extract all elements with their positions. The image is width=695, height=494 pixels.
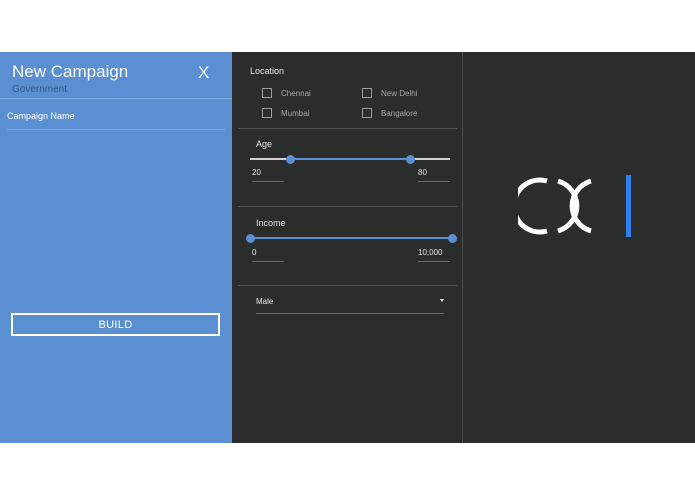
age-max-value[interactable]: 80 — [418, 166, 450, 182]
campaign-name-input[interactable] — [7, 108, 225, 130]
checkbox-icon — [262, 108, 272, 118]
section-divider — [238, 285, 457, 286]
filters-panel: Location Chennai New Delhi Mumbai Bangal… — [232, 52, 463, 443]
checkbox-mumbai[interactable]: Mumbai — [262, 108, 309, 118]
gender-select[interactable]: Male — [256, 294, 444, 314]
gender-selected-value: Male — [256, 297, 274, 306]
checkbox-label: Chennai — [281, 88, 311, 98]
income-min-value[interactable]: 0 — [252, 246, 284, 262]
logo-bar — [626, 175, 631, 237]
brand-logo — [518, 175, 631, 237]
age-label: Age — [256, 139, 273, 149]
checkbox-new-delhi[interactable]: New Delhi — [362, 88, 417, 98]
age-slider-min-thumb[interactable] — [285, 155, 295, 164]
income-slider-range — [250, 237, 452, 239]
close-icon[interactable]: X — [198, 63, 209, 83]
checkbox-icon — [362, 88, 372, 98]
section-divider — [238, 206, 457, 207]
panel-title: New Campaign — [12, 62, 129, 81]
age-slider-range — [290, 158, 410, 160]
location-label: Location — [250, 66, 285, 76]
income-label: Income — [256, 218, 286, 228]
campaign-panel: New Campaign Government X Campaign Name … — [0, 52, 232, 443]
age-min-value[interactable]: 20 — [252, 166, 284, 182]
header-divider — [0, 98, 232, 99]
age-slider-max-thumb[interactable] — [405, 155, 415, 164]
income-slider-min-thumb[interactable] — [245, 234, 255, 243]
checkbox-label: Bangalore — [381, 108, 418, 118]
checkbox-chennai[interactable]: Chennai — [262, 88, 311, 98]
brand-panel — [463, 52, 695, 443]
build-button[interactable]: BUILD — [11, 313, 220, 336]
logo-arc-left — [518, 177, 548, 235]
checkbox-icon — [362, 108, 372, 118]
checkbox-label: Mumbai — [281, 108, 310, 118]
chevron-down-icon — [440, 299, 444, 302]
income-slider-max-thumb[interactable] — [447, 234, 457, 243]
checkbox-bangalore[interactable]: Bangalore — [362, 108, 417, 118]
app-window: New Campaign Government X Campaign Name … — [0, 52, 695, 443]
checkbox-label: New Delhi — [381, 88, 418, 98]
panel-subtitle: Government — [12, 84, 68, 95]
income-max-value[interactable]: 10,000 — [418, 246, 450, 262]
section-divider — [238, 128, 457, 129]
checkbox-icon — [262, 88, 272, 98]
